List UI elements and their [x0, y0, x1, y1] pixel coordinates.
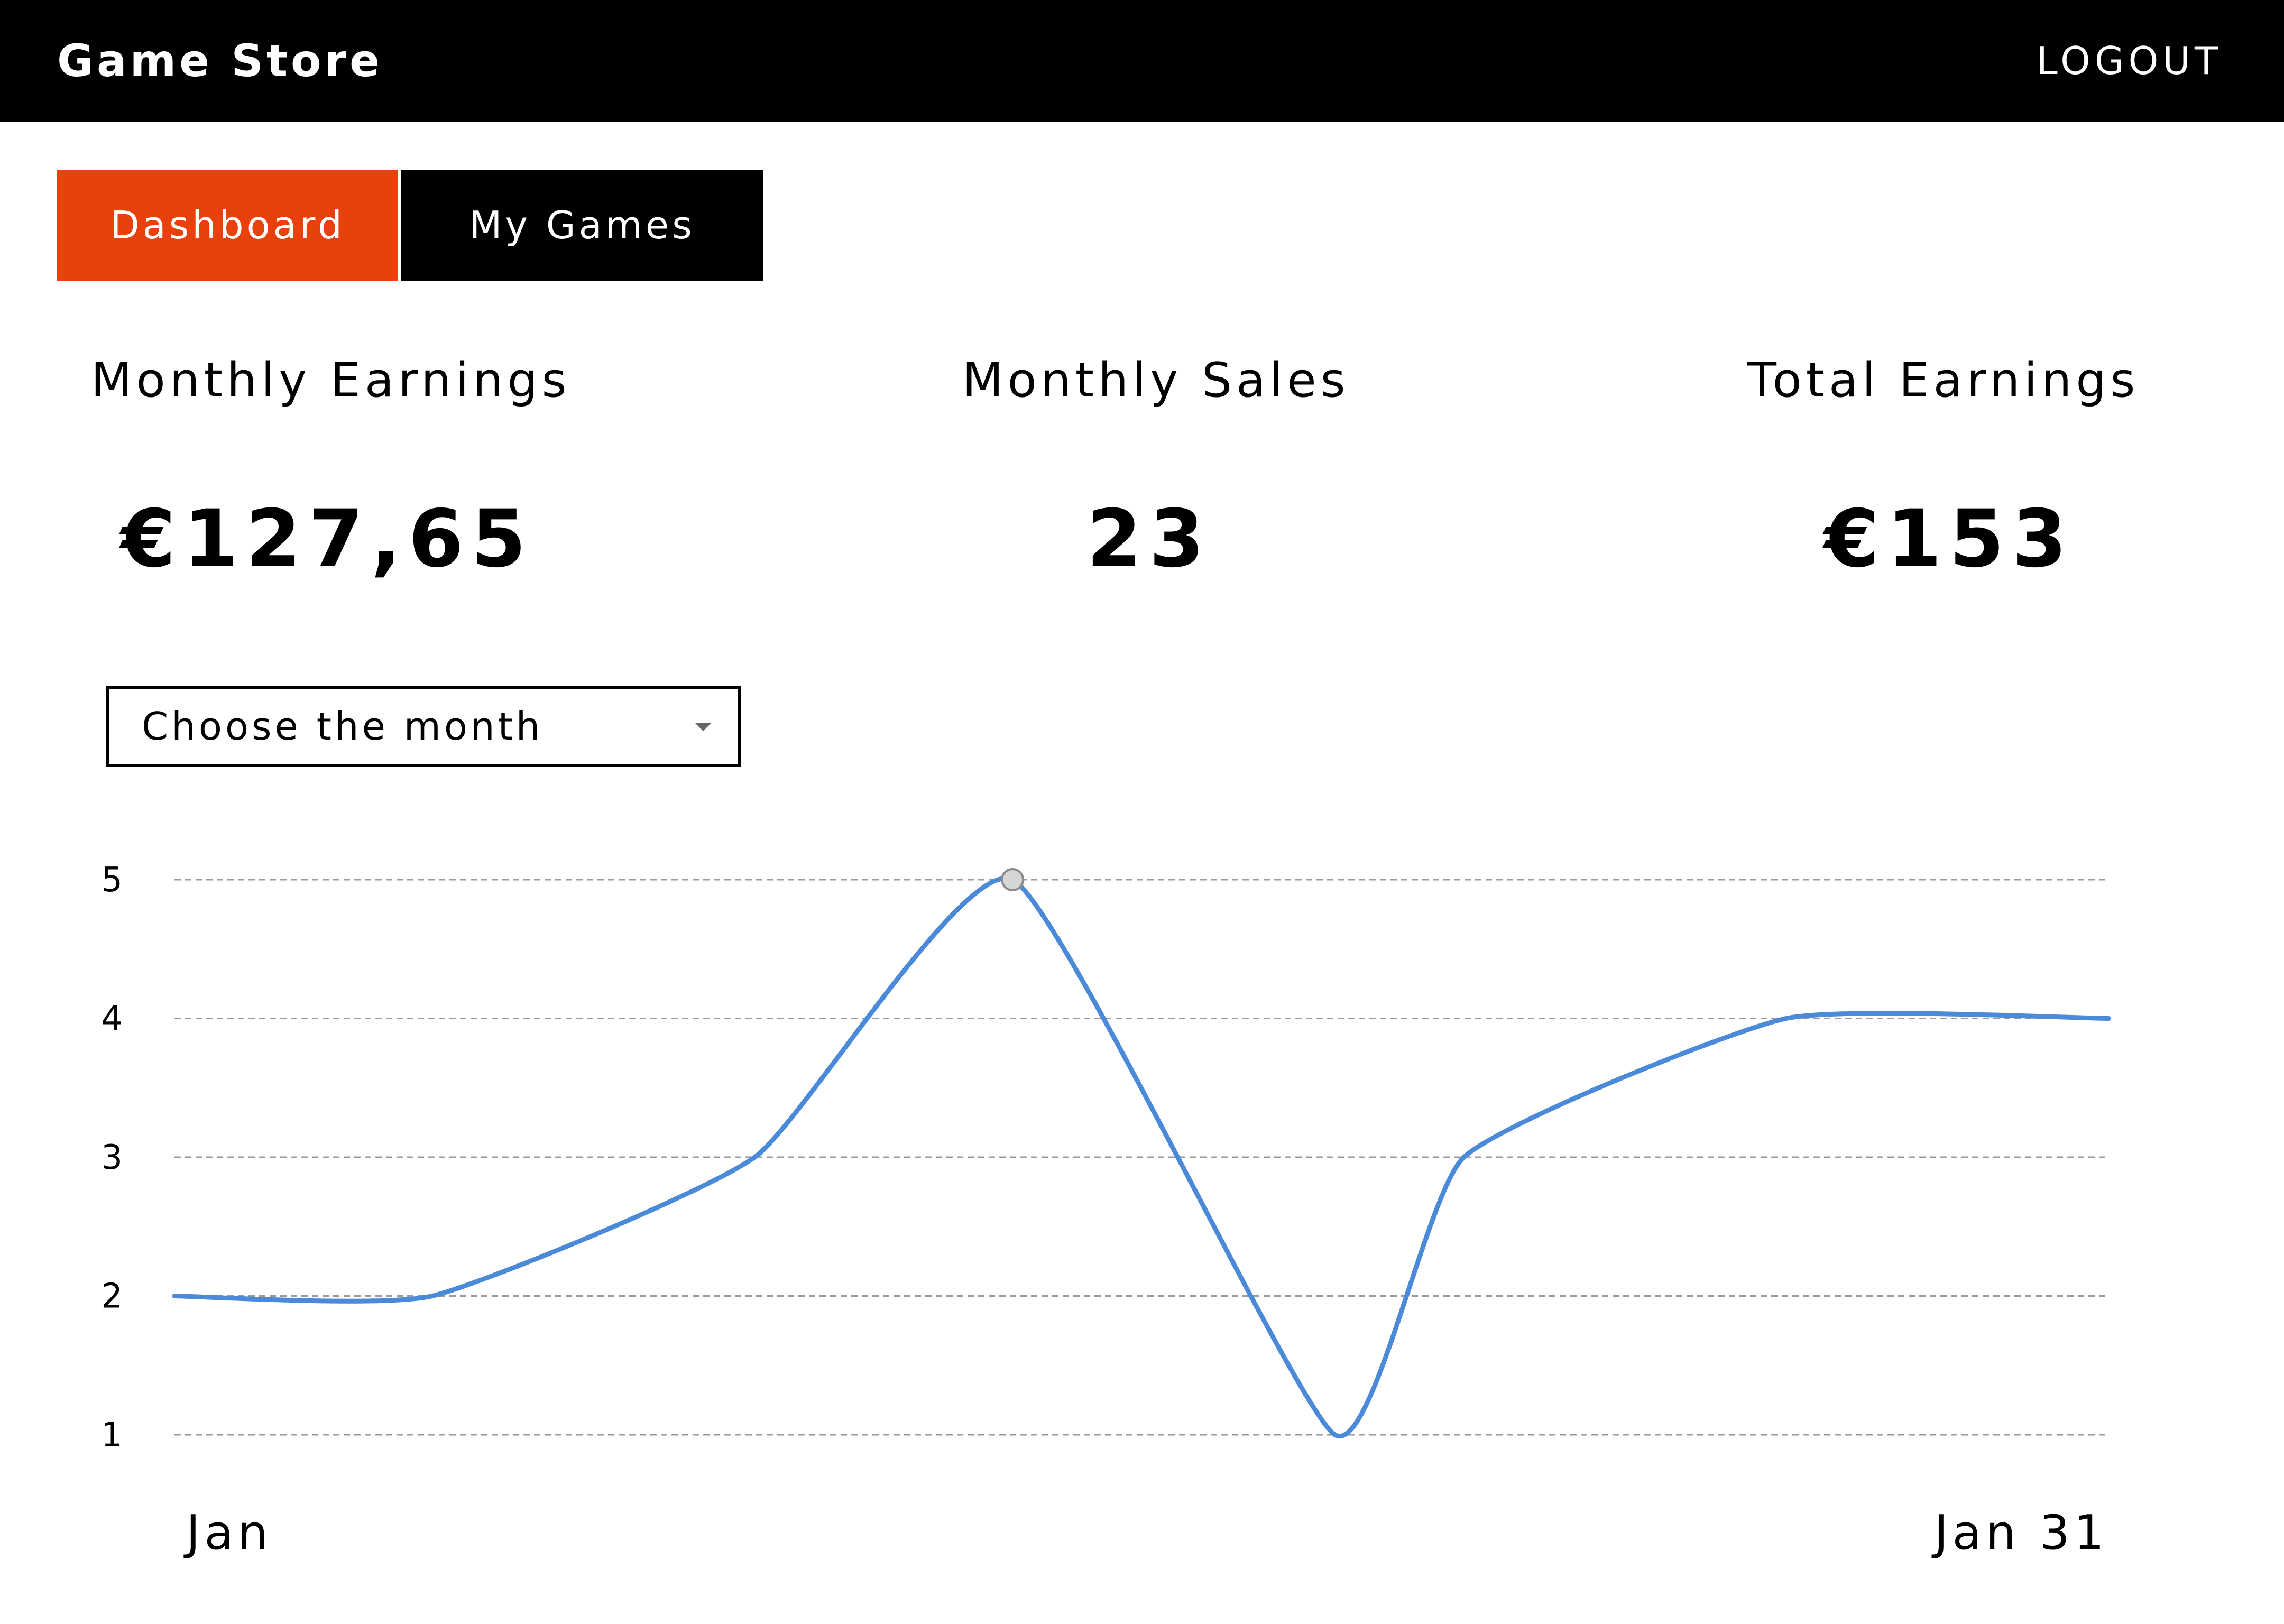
data-point — [429, 1293, 436, 1299]
y-tick-label: 2 — [101, 1277, 123, 1316]
monthly-sales-value: 23 — [1086, 493, 1212, 585]
highlighted-point-marker — [1001, 868, 1025, 891]
data-point — [751, 1154, 758, 1160]
month-select-value: Choose the month — [142, 704, 544, 749]
sales-chart: 1 2 3 4 5 Jan Jan 31 — [0, 793, 2284, 1624]
monthly-sales-label: Monthly Sales — [962, 353, 1350, 408]
monthly-earnings-label: Monthly Earnings — [91, 353, 571, 408]
logout-button[interactable]: LOGOUT — [2037, 0, 2222, 122]
data-point — [2105, 1016, 2112, 1022]
y-tick-label: 5 — [101, 861, 123, 900]
x-tick-label: Jan — [183, 1505, 272, 1561]
tab-my-games[interactable]: My Games — [401, 170, 763, 281]
data-point — [1783, 1016, 1789, 1022]
y-tick-label: 4 — [101, 1000, 123, 1039]
total-earnings-value: €153 — [1824, 493, 2075, 585]
data-point — [1461, 1154, 1467, 1160]
tab-dashboard[interactable]: Dashboard — [57, 170, 398, 281]
app-title: Game Store — [57, 35, 383, 87]
top-bar: Game Store LOGOUT — [0, 0, 2284, 122]
monthly-earnings-value: €127,65 — [121, 493, 534, 585]
dropdown-arrow-icon — [695, 723, 712, 731]
y-tick-label: 3 — [101, 1138, 123, 1177]
dashboard-page: Game Store LOGOUT Dashboard My Games Mon… — [0, 0, 2284, 1624]
data-point — [171, 1293, 178, 1299]
y-tick-label: 1 — [101, 1416, 123, 1455]
chart-svg: 1 2 3 4 5 Jan Jan 31 — [101, 861, 2112, 1561]
x-tick-label: Jan 31 — [1931, 1505, 2108, 1561]
data-point — [1332, 1432, 1338, 1438]
month-select[interactable]: Choose the month — [106, 686, 741, 767]
total-earnings-label: Total Earnings — [1747, 353, 2140, 408]
